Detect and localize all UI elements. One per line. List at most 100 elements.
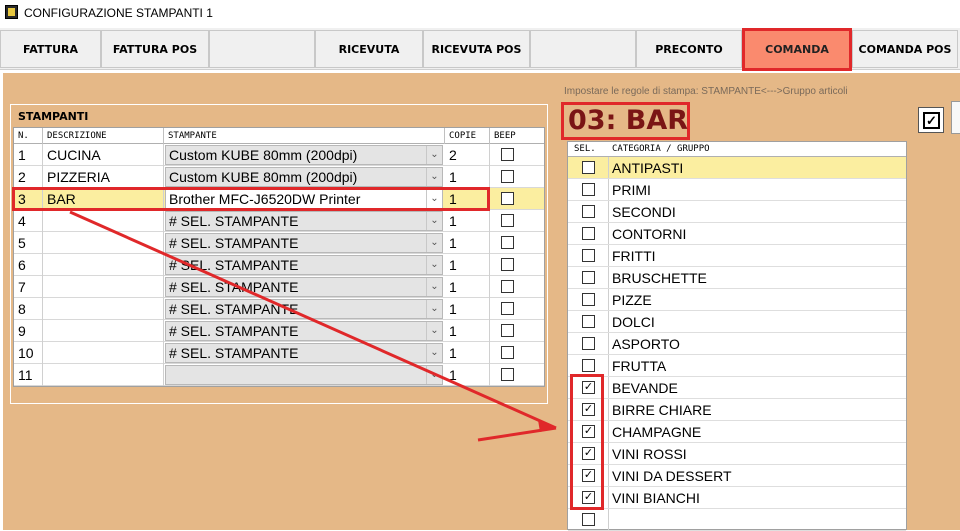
- list-item[interactable]: FRUTTA: [568, 355, 906, 377]
- category-checkbox[interactable]: [582, 513, 595, 526]
- chevron-down-icon[interactable]: ⌄: [426, 278, 442, 296]
- printer-select[interactable]: Custom KUBE 80mm (200dpi) ⌄: [165, 167, 443, 187]
- list-item[interactable]: CONTORNI: [568, 223, 906, 245]
- beep-checkbox[interactable]: [501, 368, 514, 381]
- printer-description[interactable]: [43, 342, 164, 364]
- col-header-beep[interactable]: BEEP: [490, 128, 527, 144]
- table-row[interactable]: 8 # SEL. STAMPANTE ⌄ 1: [14, 298, 544, 320]
- printer-select[interactable]: Custom KUBE 80mm (200dpi) ⌄: [165, 145, 443, 165]
- table-row[interactable]: 5 # SEL. STAMPANTE ⌄ 1: [14, 232, 544, 254]
- chevron-down-icon[interactable]: ⌄: [426, 146, 442, 164]
- beep-checkbox[interactable]: [501, 192, 514, 205]
- list-item[interactable]: PRIMI: [568, 179, 906, 201]
- printer-select[interactable]: # SEL. STAMPANTE ⌄: [165, 277, 443, 297]
- category-checkbox[interactable]: [582, 293, 595, 306]
- table-row[interactable]: 1 CUCINA Custom KUBE 80mm (200dpi) ⌄ 2: [14, 144, 544, 166]
- deselect-all-button[interactable]: [951, 101, 960, 134]
- copies-value[interactable]: 2: [445, 144, 490, 166]
- table-row[interactable]: 11 ⌄ 1: [14, 364, 544, 386]
- copies-value[interactable]: 1: [445, 210, 490, 232]
- chevron-down-icon[interactable]: ⌄: [426, 234, 442, 252]
- printer-select[interactable]: # SEL. STAMPANTE ⌄: [165, 321, 443, 341]
- tab-ricevuta[interactable]: RICEVUTA: [315, 30, 423, 68]
- chevron-down-icon[interactable]: ⌄: [426, 344, 442, 362]
- printer-select[interactable]: # SEL. STAMPANTE ⌄: [165, 343, 443, 363]
- chevron-down-icon[interactable]: ⌄: [426, 212, 442, 230]
- table-row[interactable]: 4 # SEL. STAMPANTE ⌄ 1: [14, 210, 544, 232]
- list-item[interactable]: ✓ VINI BIANCHI: [568, 487, 906, 509]
- tab-empty-1[interactable]: [209, 30, 315, 68]
- printer-description[interactable]: [43, 254, 164, 276]
- tab-comanda[interactable]: COMANDA: [742, 28, 852, 71]
- category-checkbox[interactable]: [582, 205, 595, 218]
- tab-fattura-pos[interactable]: FATTURA POS: [101, 30, 209, 68]
- printer-select[interactable]: # SEL. STAMPANTE ⌄: [165, 255, 443, 275]
- beep-checkbox[interactable]: [501, 258, 514, 271]
- category-checkbox[interactable]: [582, 271, 595, 284]
- list-item[interactable]: ✓ BEVANDE: [568, 377, 906, 399]
- tab-empty-2[interactable]: [530, 30, 636, 68]
- printer-description[interactable]: [43, 298, 164, 320]
- printer-description[interactable]: [43, 364, 164, 386]
- category-checkbox[interactable]: [582, 315, 595, 328]
- list-item[interactable]: ✓ BIRRE CHIARE: [568, 399, 906, 421]
- beep-checkbox[interactable]: [501, 324, 514, 337]
- col-header-stampante[interactable]: STAMPANTE: [164, 128, 445, 144]
- copies-value[interactable]: 1: [445, 254, 490, 276]
- category-checkbox[interactable]: [582, 227, 595, 240]
- table-row[interactable]: 7 # SEL. STAMPANTE ⌄ 1: [14, 276, 544, 298]
- printer-select[interactable]: ⌄: [165, 365, 443, 385]
- category-checkbox[interactable]: [582, 183, 595, 196]
- chevron-down-icon[interactable]: ⌄: [426, 300, 442, 318]
- beep-checkbox[interactable]: [501, 214, 514, 227]
- printer-description[interactable]: CUCINA: [43, 144, 164, 166]
- printer-description[interactable]: [43, 320, 164, 342]
- printer-select[interactable]: # SEL. STAMPANTE ⌄: [165, 299, 443, 319]
- category-checkbox[interactable]: [582, 359, 595, 372]
- chevron-down-icon[interactable]: ⌄: [426, 168, 442, 186]
- copies-value[interactable]: 1: [445, 342, 490, 364]
- printer-description[interactable]: [43, 232, 164, 254]
- col-header-n[interactable]: N.: [14, 128, 43, 144]
- list-item[interactable]: PIZZE: [568, 289, 906, 311]
- list-item[interactable]: ✓ VINI DA DESSERT: [568, 465, 906, 487]
- chevron-down-icon[interactable]: ⌄: [426, 322, 442, 340]
- tab-ricevuta-pos[interactable]: RICEVUTA POS: [423, 30, 530, 68]
- tab-comanda-pos[interactable]: COMANDA POS: [852, 30, 958, 68]
- list-item[interactable]: [568, 509, 906, 531]
- table-row[interactable]: 6 # SEL. STAMPANTE ⌄ 1: [14, 254, 544, 276]
- list-item[interactable]: ✓ CHAMPAGNE: [568, 421, 906, 443]
- col-header-categoria[interactable]: CATEGORIA / GRUPPO: [612, 142, 710, 157]
- tab-preconto[interactable]: PRECONTO: [636, 30, 742, 68]
- list-item[interactable]: SECONDI: [568, 201, 906, 223]
- table-row[interactable]: 9 # SEL. STAMPANTE ⌄ 1: [14, 320, 544, 342]
- beep-checkbox[interactable]: [501, 280, 514, 293]
- list-item[interactable]: FRITTI: [568, 245, 906, 267]
- copies-value[interactable]: 1: [445, 276, 490, 298]
- list-item[interactable]: BRUSCHETTE: [568, 267, 906, 289]
- copies-value[interactable]: 1: [445, 320, 490, 342]
- printer-description[interactable]: PIZZERIA: [43, 166, 164, 188]
- tab-fattura[interactable]: FATTURA: [0, 30, 101, 68]
- category-checkbox[interactable]: [582, 337, 595, 350]
- col-header-sel[interactable]: SEL.: [574, 142, 596, 157]
- copies-value[interactable]: 1: [445, 298, 490, 320]
- printer-select[interactable]: # SEL. STAMPANTE ⌄: [165, 211, 443, 231]
- col-header-copie[interactable]: COPIE: [445, 128, 490, 144]
- beep-checkbox[interactable]: [501, 148, 514, 161]
- select-all-button[interactable]: ✓: [918, 107, 944, 133]
- beep-checkbox[interactable]: [501, 346, 514, 359]
- category-checkbox[interactable]: [582, 249, 595, 262]
- col-header-descrizione[interactable]: DESCRIZIONE: [43, 128, 164, 144]
- printer-select[interactable]: # SEL. STAMPANTE ⌄: [165, 233, 443, 253]
- copies-value[interactable]: 1: [445, 364, 490, 386]
- chevron-down-icon[interactable]: ⌄: [426, 256, 442, 274]
- printer-description[interactable]: [43, 276, 164, 298]
- beep-checkbox[interactable]: [501, 170, 514, 183]
- list-item[interactable]: ANTIPASTI: [568, 157, 906, 179]
- list-item[interactable]: DOLCI: [568, 311, 906, 333]
- table-row[interactable]: 2 PIZZERIA Custom KUBE 80mm (200dpi) ⌄ 1: [14, 166, 544, 188]
- copies-value[interactable]: 1: [445, 166, 490, 188]
- copies-value[interactable]: 1: [445, 232, 490, 254]
- printer-description[interactable]: [43, 210, 164, 232]
